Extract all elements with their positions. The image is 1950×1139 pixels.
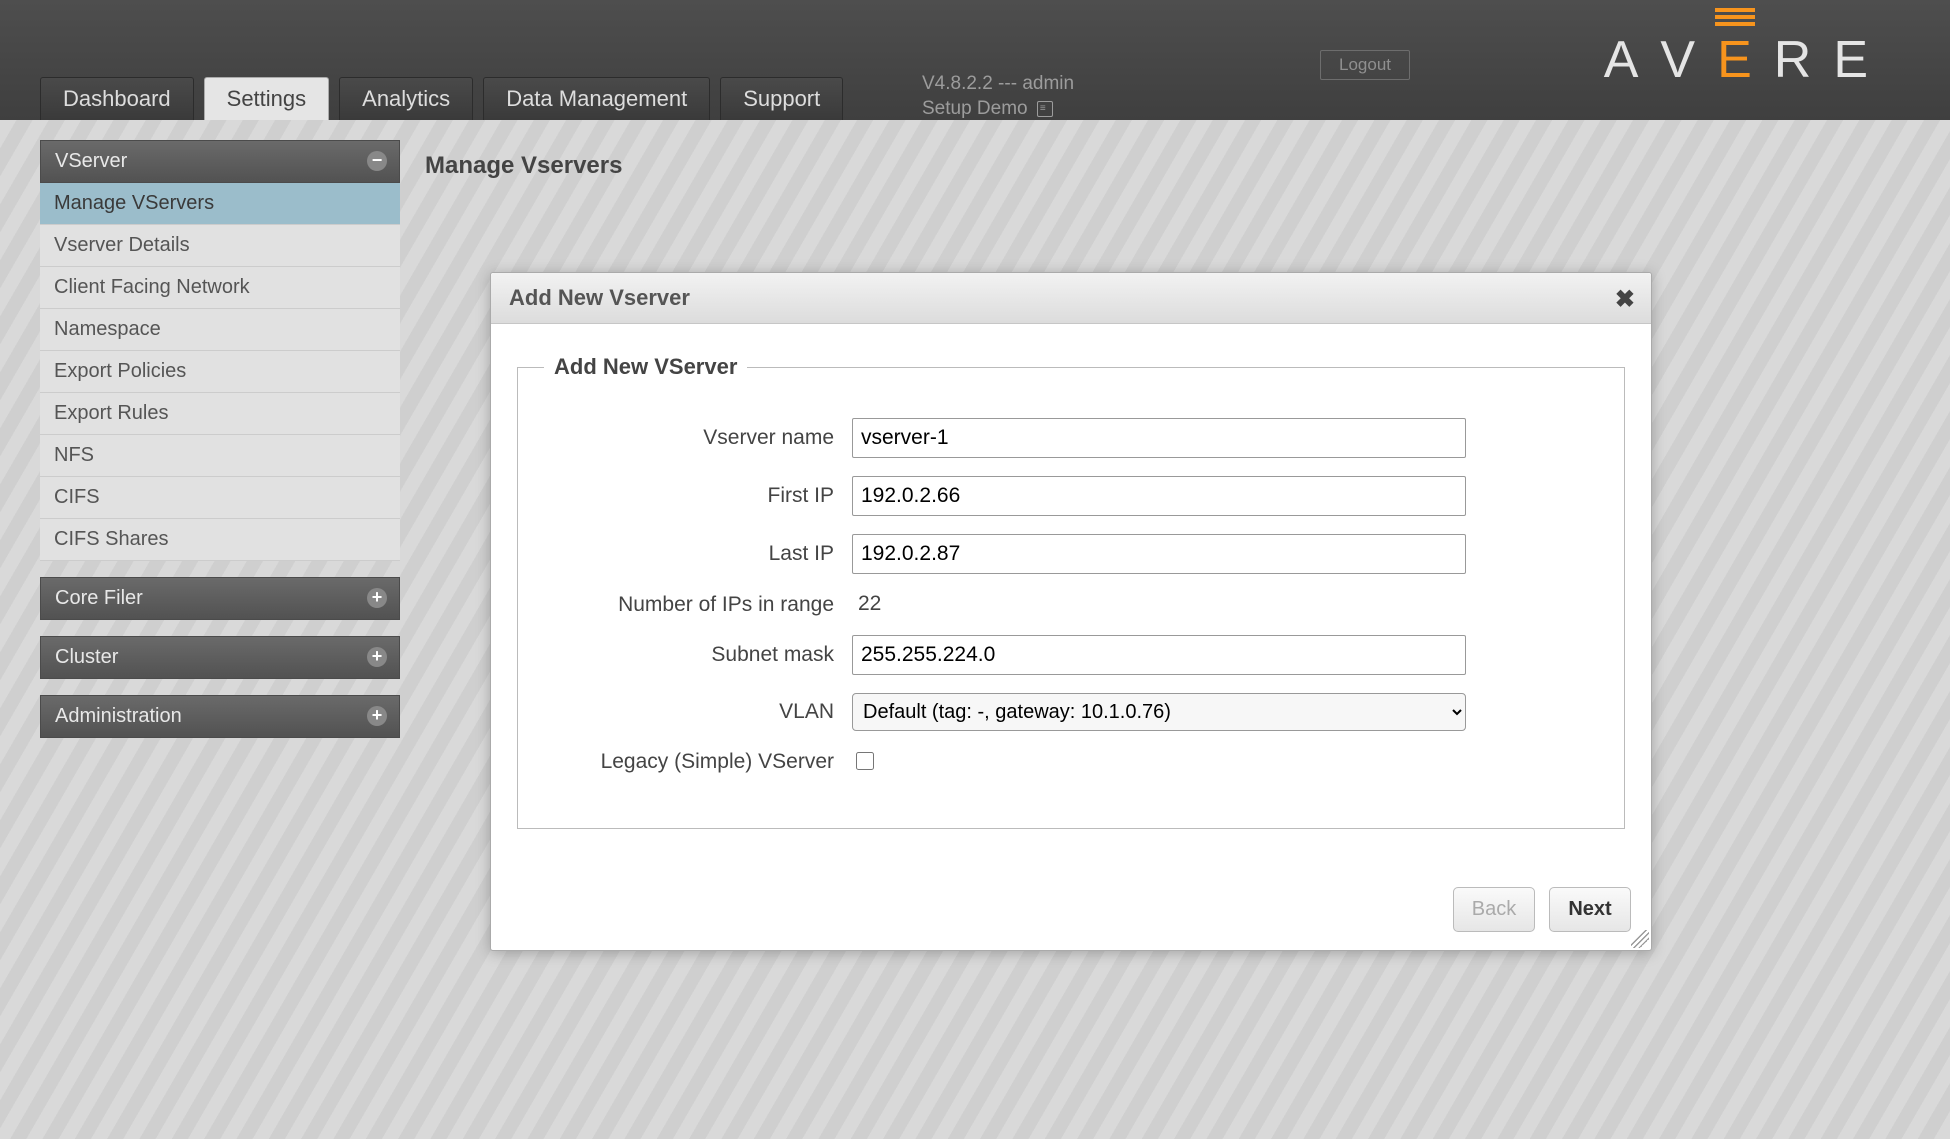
sidebar-header-label: Cluster bbox=[55, 646, 118, 668]
tab-analytics[interactable]: Analytics bbox=[339, 77, 473, 120]
tab-support[interactable]: Support bbox=[720, 77, 843, 120]
sidebar-item-client-facing-network[interactable]: Client Facing Network bbox=[40, 267, 400, 309]
top-banner: Logout V4.8.2.2 --- admin Setup Demo ≡ A… bbox=[0, 0, 1950, 120]
setup-demo-text: Setup Demo ≡ bbox=[922, 97, 1074, 122]
tab-data-management[interactable]: Data Management bbox=[483, 77, 710, 120]
num-ips-label: Number of IPs in range bbox=[544, 592, 852, 617]
expand-icon: + bbox=[367, 588, 387, 608]
last-ip-input[interactable] bbox=[852, 534, 1466, 574]
next-button[interactable]: Next bbox=[1549, 887, 1631, 932]
last-ip-label: Last IP bbox=[544, 542, 852, 566]
num-ips-value: 22 bbox=[852, 592, 881, 616]
modal-header: Add New Vserver ✖ bbox=[491, 273, 1651, 324]
modal-footer: Back Next bbox=[491, 869, 1651, 940]
logout-button[interactable]: Logout bbox=[1320, 50, 1410, 80]
sidebar-item-manage-vservers[interactable]: Manage VServers bbox=[40, 183, 400, 225]
fieldset-legend: Add New VServer bbox=[544, 354, 747, 380]
sidebar-header-cluster[interactable]: Cluster + bbox=[40, 636, 400, 679]
add-vserver-modal: Add New Vserver ✖ Add New VServer Vserve… bbox=[490, 272, 1652, 951]
sidebar-item-cifs[interactable]: CIFS bbox=[40, 477, 400, 519]
vlan-label: VLAN bbox=[544, 700, 852, 724]
first-ip-label: First IP bbox=[544, 484, 852, 508]
legacy-checkbox[interactable] bbox=[856, 752, 874, 770]
sidebar-section-vserver: VServer − Manage VServers Vserver Detail… bbox=[40, 140, 400, 561]
legacy-label: Legacy (Simple) VServer bbox=[544, 749, 852, 774]
tab-settings[interactable]: Settings bbox=[204, 77, 330, 120]
sidebar-header-label: Administration bbox=[55, 705, 182, 727]
modal-body: Add New VServer Vserver name First IP La… bbox=[491, 324, 1651, 869]
close-icon[interactable]: ✖ bbox=[1615, 285, 1635, 314]
vlan-select[interactable]: Default (tag: -, gateway: 10.1.0.76) bbox=[852, 693, 1466, 731]
subnet-mask-label: Subnet mask bbox=[544, 643, 852, 667]
sidebar-header-label: VServer bbox=[55, 150, 127, 172]
expand-icon: + bbox=[367, 647, 387, 667]
brand-logo: A V E R E bbox=[1604, 30, 1890, 90]
page-title: Manage Vservers bbox=[425, 152, 622, 180]
sidebar-header-administration[interactable]: Administration + bbox=[40, 695, 400, 738]
sidebar: VServer − Manage VServers Vserver Detail… bbox=[40, 140, 400, 754]
back-button[interactable]: Back bbox=[1453, 887, 1535, 932]
collapse-icon: − bbox=[367, 151, 387, 171]
sidebar-header-core-filer[interactable]: Core Filer + bbox=[40, 577, 400, 620]
first-ip-input[interactable] bbox=[852, 476, 1466, 516]
tab-dashboard[interactable]: Dashboard bbox=[40, 77, 194, 120]
sidebar-item-export-rules[interactable]: Export Rules bbox=[40, 393, 400, 435]
sidebar-item-namespace[interactable]: Namespace bbox=[40, 309, 400, 351]
version-text: V4.8.2.2 --- admin bbox=[922, 72, 1074, 97]
sidebar-item-cifs-shares[interactable]: CIFS Shares bbox=[40, 519, 400, 561]
add-vserver-fieldset: Add New VServer Vserver name First IP La… bbox=[517, 354, 1625, 829]
resize-grip-icon[interactable] bbox=[1631, 930, 1649, 948]
vserver-name-input[interactable] bbox=[852, 418, 1466, 458]
sidebar-item-export-policies[interactable]: Export Policies bbox=[40, 351, 400, 393]
vserver-name-label: Vserver name bbox=[544, 426, 852, 450]
sidebar-header-label: Core Filer bbox=[55, 587, 143, 609]
logo-stripes-icon bbox=[1715, 8, 1755, 29]
nav-tabs: Dashboard Settings Analytics Data Manage… bbox=[40, 77, 843, 120]
demo-icon: ≡ bbox=[1037, 101, 1053, 117]
modal-title: Add New Vserver bbox=[509, 285, 690, 310]
sidebar-header-vserver[interactable]: VServer − bbox=[40, 140, 400, 183]
header-info: V4.8.2.2 --- admin Setup Demo ≡ bbox=[922, 72, 1074, 121]
expand-icon: + bbox=[367, 706, 387, 726]
sidebar-item-vserver-details[interactable]: Vserver Details bbox=[40, 225, 400, 267]
sidebar-item-nfs[interactable]: NFS bbox=[40, 435, 400, 477]
subnet-mask-input[interactable] bbox=[852, 635, 1466, 675]
